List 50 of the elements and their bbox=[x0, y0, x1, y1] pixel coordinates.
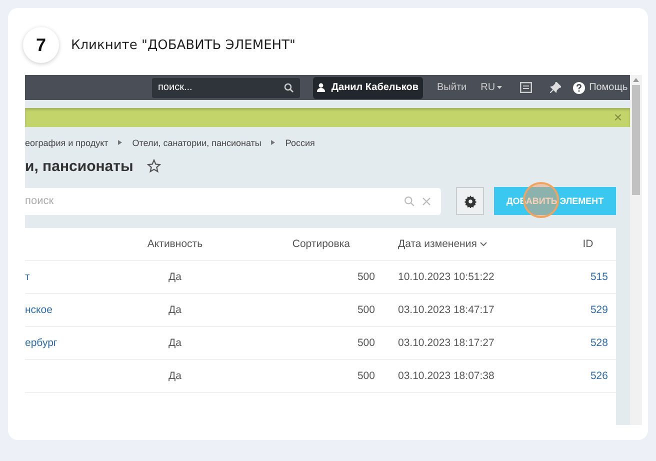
breadcrumb-link[interactable]: Отели, санатории, пансионаты bbox=[132, 138, 262, 148]
table-cell-text: 03.10.2023 18:47:17 bbox=[398, 304, 496, 316]
table-cell-text: Да bbox=[168, 337, 182, 349]
column-header[interactable]: Сортировка bbox=[245, 238, 375, 250]
user-icon bbox=[317, 83, 326, 92]
table-cell-text: 03.10.2023 18:17:27 bbox=[398, 337, 496, 349]
filter-field[interactable]: поиск bbox=[25, 188, 441, 214]
search-icon bbox=[404, 196, 415, 206]
column-header[interactable]: ID bbox=[538, 238, 608, 250]
caret-icon bbox=[497, 86, 502, 90]
step-number: 7 bbox=[23, 27, 59, 63]
search-field[interactable]: поиск... bbox=[152, 78, 300, 98]
star-icon[interactable] bbox=[147, 159, 162, 174]
row-link[interactable]: ербург bbox=[25, 337, 58, 349]
logout-link[interactable]: Выйти bbox=[437, 82, 467, 94]
breadcrumb-link[interactable]: Россия bbox=[285, 138, 315, 148]
scrollbar[interactable] bbox=[630, 75, 642, 425]
row-link[interactable]: нское bbox=[25, 304, 52, 316]
column-header[interactable]: Активность bbox=[135, 238, 215, 250]
help-link[interactable]: Помощь bbox=[573, 82, 628, 94]
chevron-icon bbox=[271, 140, 276, 146]
id-link[interactable]: 515 bbox=[538, 271, 608, 283]
scrollbar-thumb[interactable] bbox=[632, 85, 640, 195]
pin-icon[interactable] bbox=[550, 82, 562, 94]
settings-icon bbox=[464, 194, 476, 208]
user-button[interactable]: Данил Кабельков bbox=[313, 76, 423, 99]
id-link[interactable]: 528 bbox=[538, 337, 608, 349]
step-instruction: Кликните "ДОБАВИТЬ ЭЛЕМЕНТ" bbox=[71, 38, 296, 52]
id-link[interactable]: 529 bbox=[538, 304, 608, 316]
breadcrumb-link[interactable]: еография и продукт bbox=[25, 138, 108, 148]
table-cell-text: 500 bbox=[356, 271, 375, 283]
table-cell-text: 03.10.2023 18:07:38 bbox=[398, 370, 496, 382]
column-header[interactable]: Дата изменения bbox=[398, 238, 528, 250]
id-link[interactable]: 526 bbox=[538, 370, 608, 382]
table-cell-text: Да bbox=[168, 271, 182, 283]
settings-button[interactable] bbox=[456, 187, 484, 215]
table-cell-text: Да bbox=[168, 370, 182, 382]
sort-icon bbox=[480, 242, 487, 247]
table-cell-text: 10.10.2023 10:51:22 bbox=[398, 271, 496, 283]
page-title: и, пансионаты bbox=[25, 158, 134, 175]
table-cell-text: 500 bbox=[356, 337, 375, 349]
search-icon bbox=[284, 82, 294, 93]
row-link[interactable]: т bbox=[25, 271, 30, 283]
window-icon[interactable] bbox=[520, 82, 532, 94]
table-cell-text: 500 bbox=[356, 370, 375, 382]
chevron-icon bbox=[118, 140, 122, 146]
help-icon bbox=[573, 82, 586, 94]
table-cell-text: Да bbox=[168, 304, 182, 316]
language-menu[interactable]: RU bbox=[480, 82, 502, 94]
table-cell-text: 500 bbox=[356, 304, 375, 316]
